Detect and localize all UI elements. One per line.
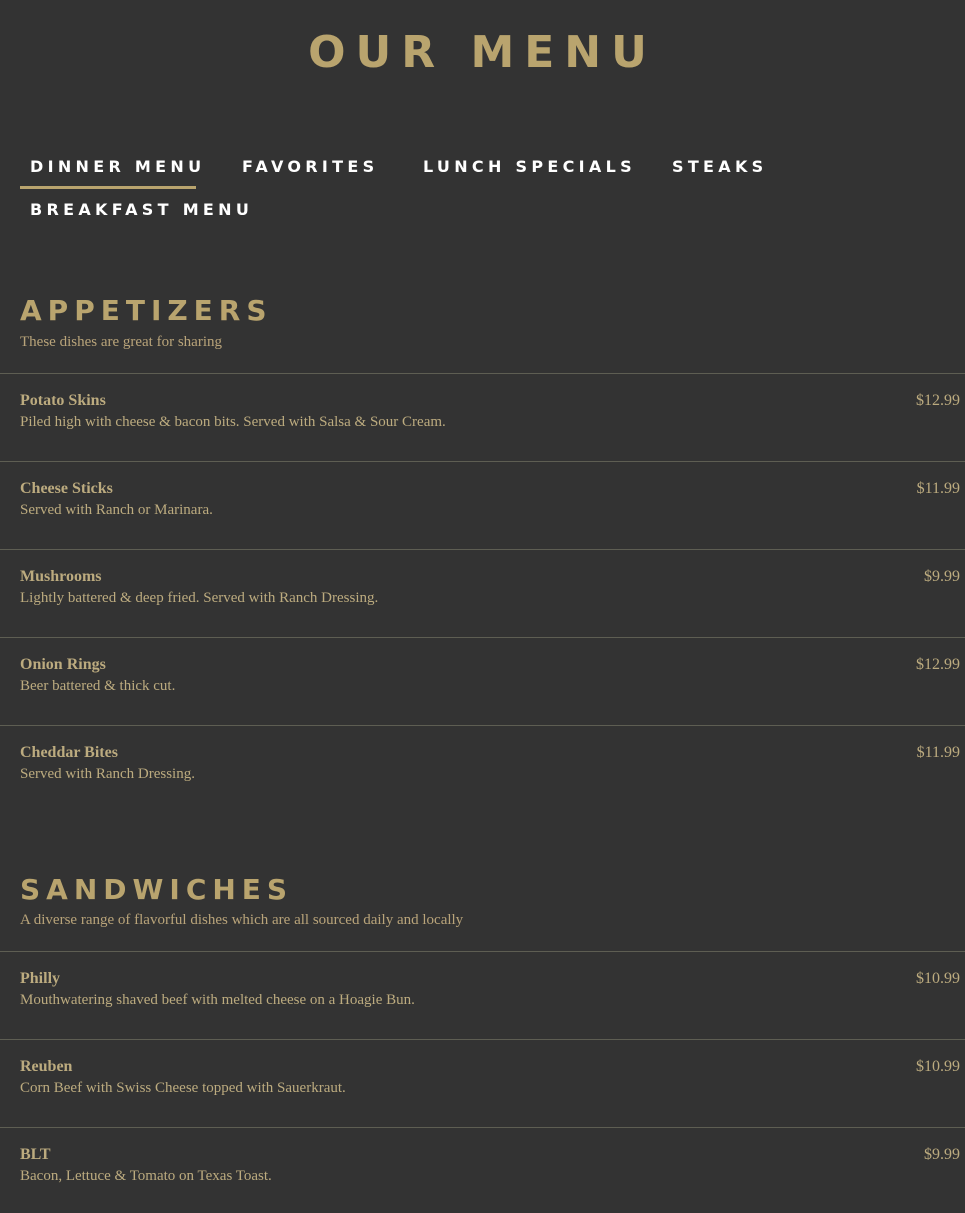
- item-description: Lightly battered & deep fried. Served wi…: [20, 590, 379, 606]
- item-price: $11.99: [916, 744, 960, 761]
- divider: [0, 725, 965, 726]
- menu-item: Cheddar Bites Served with Ranch Dressing…: [0, 743, 965, 803]
- item-name: Philly: [20, 970, 61, 987]
- item-name: Reuben: [20, 1058, 73, 1075]
- item-description: Piled high with cheese & bacon bits. Ser…: [20, 414, 446, 430]
- item-name: Cheese Sticks: [20, 480, 113, 497]
- item-description: Corn Beef with Swiss Cheese topped with …: [20, 1080, 346, 1096]
- item-description: Served with Ranch or Marinara.: [20, 502, 213, 518]
- item-description: Mouthwatering shaved beef with melted ch…: [20, 992, 415, 1008]
- tab-favorites[interactable]: FAVORITES: [242, 157, 378, 177]
- divider: [0, 637, 965, 638]
- item-price: $10.99: [916, 970, 960, 987]
- item-price: $10.99: [916, 1058, 960, 1075]
- menu-item: Cheese Sticks Served with Ranch or Marin…: [0, 479, 965, 539]
- divider: [0, 549, 965, 550]
- item-price: $12.99: [916, 392, 960, 409]
- section-subtitle: These dishes are great for sharing: [20, 334, 223, 350]
- item-description: Served with Ranch Dressing.: [20, 766, 195, 782]
- tab-dinner-menu[interactable]: DINNER MENU: [30, 157, 205, 177]
- section-subtitle: A diverse range of flavorful dishes whic…: [20, 912, 464, 928]
- item-description: Bacon, Lettuce & Tomato on Texas Toast.: [20, 1168, 272, 1184]
- item-price: $9.99: [924, 568, 960, 585]
- item-price: $9.99: [924, 1146, 960, 1163]
- menu-item: Philly Mouthwatering shaved beef with me…: [0, 969, 965, 1029]
- item-name: Potato Skins: [20, 392, 106, 409]
- item-name: Mushrooms: [20, 568, 102, 585]
- section-title: SANDWICHES: [20, 873, 294, 906]
- divider: [0, 951, 965, 952]
- divider: [0, 461, 965, 462]
- menu-item: Onion Rings Beer battered & thick cut. $…: [0, 655, 965, 715]
- section-title: APPETIZERS: [20, 294, 273, 327]
- item-price: $11.99: [916, 480, 960, 497]
- item-name: Onion Rings: [20, 656, 106, 673]
- menu-item: Mushrooms Lightly battered & deep fried.…: [0, 567, 965, 627]
- item-price: $12.99: [916, 656, 960, 673]
- divider: [0, 1039, 965, 1040]
- menu-item: Reuben Corn Beef with Swiss Cheese toppe…: [0, 1057, 965, 1117]
- menu-item: BLT Bacon, Lettuce & Tomato on Texas Toa…: [0, 1145, 965, 1205]
- divider: [0, 373, 965, 374]
- menu-tabs: DINNER MENU FAVORITES LUNCH SPECIALS STE…: [0, 0, 965, 240]
- item-name: BLT: [20, 1146, 51, 1163]
- tab-lunch-specials[interactable]: LUNCH SPECIALS: [423, 157, 636, 177]
- active-tab-indicator: [20, 186, 196, 189]
- item-description: Beer battered & thick cut.: [20, 678, 176, 694]
- divider: [0, 1127, 965, 1128]
- menu-item: Potato Skins Piled high with cheese & ba…: [0, 391, 965, 451]
- tab-steaks[interactable]: STEAKS: [672, 157, 767, 177]
- tab-breakfast-menu[interactable]: BREAKFAST MENU: [30, 200, 253, 220]
- item-name: Cheddar Bites: [20, 744, 118, 761]
